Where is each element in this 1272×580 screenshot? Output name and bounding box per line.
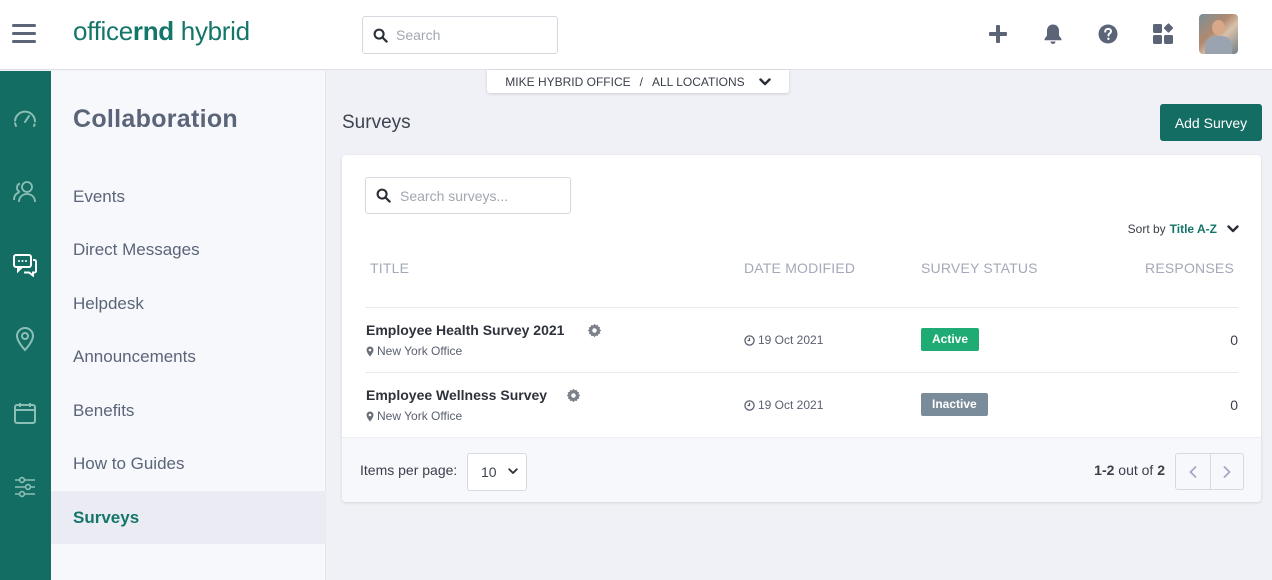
notifications-button[interactable] [1041,22,1065,46]
rail-item-collaboration[interactable] [12,252,38,278]
pagination-controls [1175,453,1244,490]
app-logo[interactable]: officernd hybrid [73,16,250,47]
global-search [362,16,558,54]
clock-icon [744,334,755,346]
column-header-title[interactable]: TITLE [370,260,409,276]
sidebar-item-announcements[interactable]: Announcements [51,330,326,383]
location-name: ALL LOCATIONS [651,74,745,89]
apps-button[interactable] [1151,22,1175,46]
chevron-right-icon [1223,465,1231,478]
items-per-page-value: 10 [481,464,497,480]
previous-page-button[interactable] [1176,454,1210,489]
survey-location-text: New York Office [377,409,463,423]
next-page-button[interactable] [1209,454,1244,489]
surveys-card: Sort by Title A-Z TITLE DATE MODIFIED SU… [342,155,1261,502]
help-icon [1098,24,1118,44]
gear-icon[interactable] [587,323,602,338]
sidebar-item-surveys[interactable]: Surveys [51,491,326,544]
top-bar: officernd hybrid [0,0,1272,70]
page-range: 1-2 [1094,462,1115,478]
search-icon [373,28,388,43]
chat-icon [13,254,37,277]
survey-date: 19 Oct 2021 [744,333,823,347]
hamburger-line [12,24,36,27]
hamburger-line [12,40,36,43]
sort-label: Sort by [1127,222,1166,236]
rail-item-locations[interactable] [12,326,38,352]
module-rail [0,71,51,580]
chevron-down-icon [508,468,518,474]
global-search-input[interactable] [396,27,546,43]
people-icon [13,181,36,203]
add-survey-button[interactable]: Add Survey [1160,104,1262,141]
search-icon [376,188,391,203]
survey-date-text: 19 Oct 2021 [758,333,824,347]
bell-icon [1044,24,1062,44]
table-footer: Items per page: 10 1-2 out of 2 [342,437,1261,502]
survey-responses: 0 [1230,397,1238,413]
table-row[interactable]: Employee Wellness Survey New York Office… [342,373,1261,438]
top-actions [955,14,1238,54]
rail-item-dashboard[interactable] [12,106,38,132]
sort-value: Title A-Z [1169,222,1217,236]
out-of-label: out of [1114,462,1158,478]
survey-location: New York Office [366,409,462,423]
sidebar-item-how-to-guides[interactable]: How to Guides [51,437,326,490]
sort-dropdown[interactable]: Sort by Title A-Z [1128,222,1239,236]
breadcrumb-separator: / [639,74,643,89]
items-per-page-label: Items per page: [360,462,458,478]
survey-date: 19 Oct 2021 [744,398,823,412]
survey-location: New York Office [366,344,462,358]
location-switcher[interactable]: MIKE HYBRID OFFICE / ALL LOCATIONS [487,70,789,93]
status-badge-active: Active [921,328,980,351]
logo-text-bold: rnd [132,16,174,46]
chevron-down-icon [1227,225,1239,233]
sidebar-item-helpdesk[interactable]: Helpdesk [51,277,326,330]
items-per-page-select[interactable]: 10 [467,453,527,491]
map-marker-icon [366,346,374,356]
survey-search [365,177,571,214]
hamburger-line [12,32,36,35]
page-total: 2 [1157,462,1165,478]
sidebar-item-benefits[interactable]: Benefits [51,384,326,437]
logo-text-part: office [73,16,133,46]
clock-icon [744,399,755,411]
sidebar-item-direct-messages[interactable]: Direct Messages [51,223,326,276]
rail-item-settings[interactable] [12,474,38,500]
menu-toggle-button[interactable] [12,24,36,44]
plus-icon [989,25,1007,43]
survey-search-input[interactable] [400,187,560,204]
section-title: Collaboration [73,105,239,133]
settings-sliders-icon [15,476,35,498]
chevron-down-icon [758,77,771,85]
sidebar-item-events[interactable]: Events [51,170,326,223]
apps-icon [1153,23,1174,44]
page-title: Surveys [342,112,411,133]
map-marker-icon [366,411,374,421]
column-header-survey-status[interactable]: SURVEY STATUS [921,260,1038,276]
location-icon [15,327,35,352]
survey-title[interactable]: Employee Health Survey 2021 [366,322,564,338]
survey-location-text: New York Office [377,344,463,358]
survey-responses: 0 [1230,332,1238,348]
chevron-left-icon [1189,465,1197,478]
table-row[interactable]: Employee Health Survey 2021 New York Off… [342,308,1261,373]
survey-date-text: 19 Oct 2021 [758,398,824,412]
user-avatar[interactable] [1199,14,1238,54]
survey-title[interactable]: Employee Wellness Survey [366,387,547,403]
column-header-date-modified[interactable]: DATE MODIFIED [744,260,855,276]
section-sidebar: Collaboration Events Direct Messages Hel… [51,71,326,580]
status-badge-inactive: Inactive [921,393,988,416]
help-button[interactable] [1096,22,1120,46]
pagination-info: 1-2 out of 2 [1094,462,1165,478]
calendar-icon [14,403,36,424]
column-header-responses[interactable]: RESPONSES [1145,260,1234,276]
logo-text-part: hybrid [173,16,250,46]
gear-icon[interactable] [566,388,581,403]
dashboard-icon [14,110,36,127]
rail-item-calendar[interactable] [12,400,38,426]
company-name: MIKE HYBRID OFFICE [505,74,631,89]
rail-item-people[interactable] [12,179,38,205]
add-button[interactable] [986,22,1010,46]
